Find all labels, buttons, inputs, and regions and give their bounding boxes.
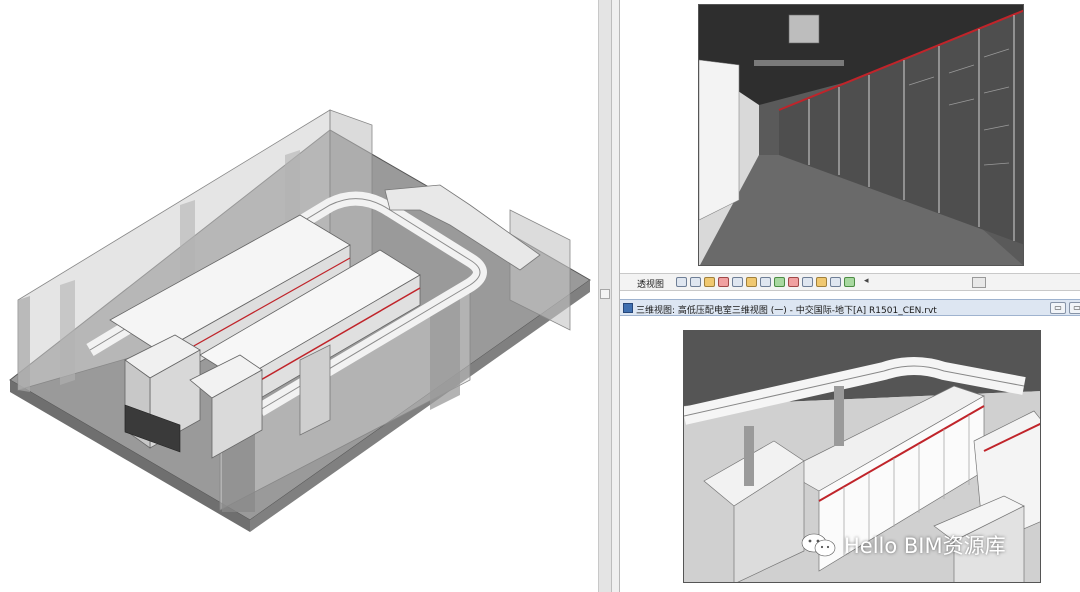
reveal-hidden-icon[interactable]: [788, 277, 799, 287]
revit-workspace: 透视图 ◂ 三维视图: 高低压配电室三维视图 (一) - 中交国际-地下[A] …: [0, 0, 1080, 592]
wechat-icon: [800, 532, 838, 558]
restore-button[interactable]: ▭: [1069, 302, 1080, 314]
window-divider: [612, 0, 620, 592]
watermark-text: Hello BIM资源库: [844, 534, 1006, 558]
scroll-left-arrow-icon[interactable]: ◂: [864, 276, 869, 286]
minimize-button[interactable]: ▭: [1050, 302, 1066, 314]
sun-path-icon[interactable]: [690, 277, 701, 287]
view-control-icons: [676, 277, 855, 287]
constraints-icon[interactable]: [830, 277, 841, 287]
corridor-render-image: [698, 4, 1024, 266]
shadows-icon[interactable]: [704, 277, 715, 287]
switchgear-room-model: [9, 109, 591, 532]
view-window-title-bar[interactable]: 三维视图: 高低压配电室三维视图 (一) - 中交国际-地下[A] R1501_…: [620, 299, 1080, 316]
render-icon[interactable]: [746, 277, 757, 287]
highlight-icon[interactable]: [816, 277, 827, 287]
view-control-bar: 透视图 ◂: [620, 273, 1080, 291]
pane-splitter[interactable]: [598, 0, 612, 592]
visual-style-icon[interactable]: [676, 277, 687, 287]
temp-hide-icon[interactable]: [774, 277, 785, 287]
wechat-watermark: Hello BIM资源库: [800, 531, 1006, 559]
crop-region-icon[interactable]: [718, 277, 729, 287]
lock-view-icon[interactable]: [760, 277, 771, 287]
3d-view-document-icon: [623, 303, 633, 313]
view-type-label[interactable]: 透视图: [637, 277, 664, 290]
horizontal-scrollbar-thumb[interactable]: [972, 277, 986, 288]
isometric-model-view[interactable]: [0, 0, 598, 592]
analysis-icon[interactable]: [802, 277, 813, 287]
splitter-grip-handle[interactable]: [600, 289, 610, 299]
show-crop-icon[interactable]: [732, 277, 743, 287]
worksharing-icon[interactable]: [844, 277, 855, 287]
view-window-title: 三维视图: 高低压配电室三维视图 (一) - 中交国际-地下[A] R1501_…: [636, 306, 937, 316]
